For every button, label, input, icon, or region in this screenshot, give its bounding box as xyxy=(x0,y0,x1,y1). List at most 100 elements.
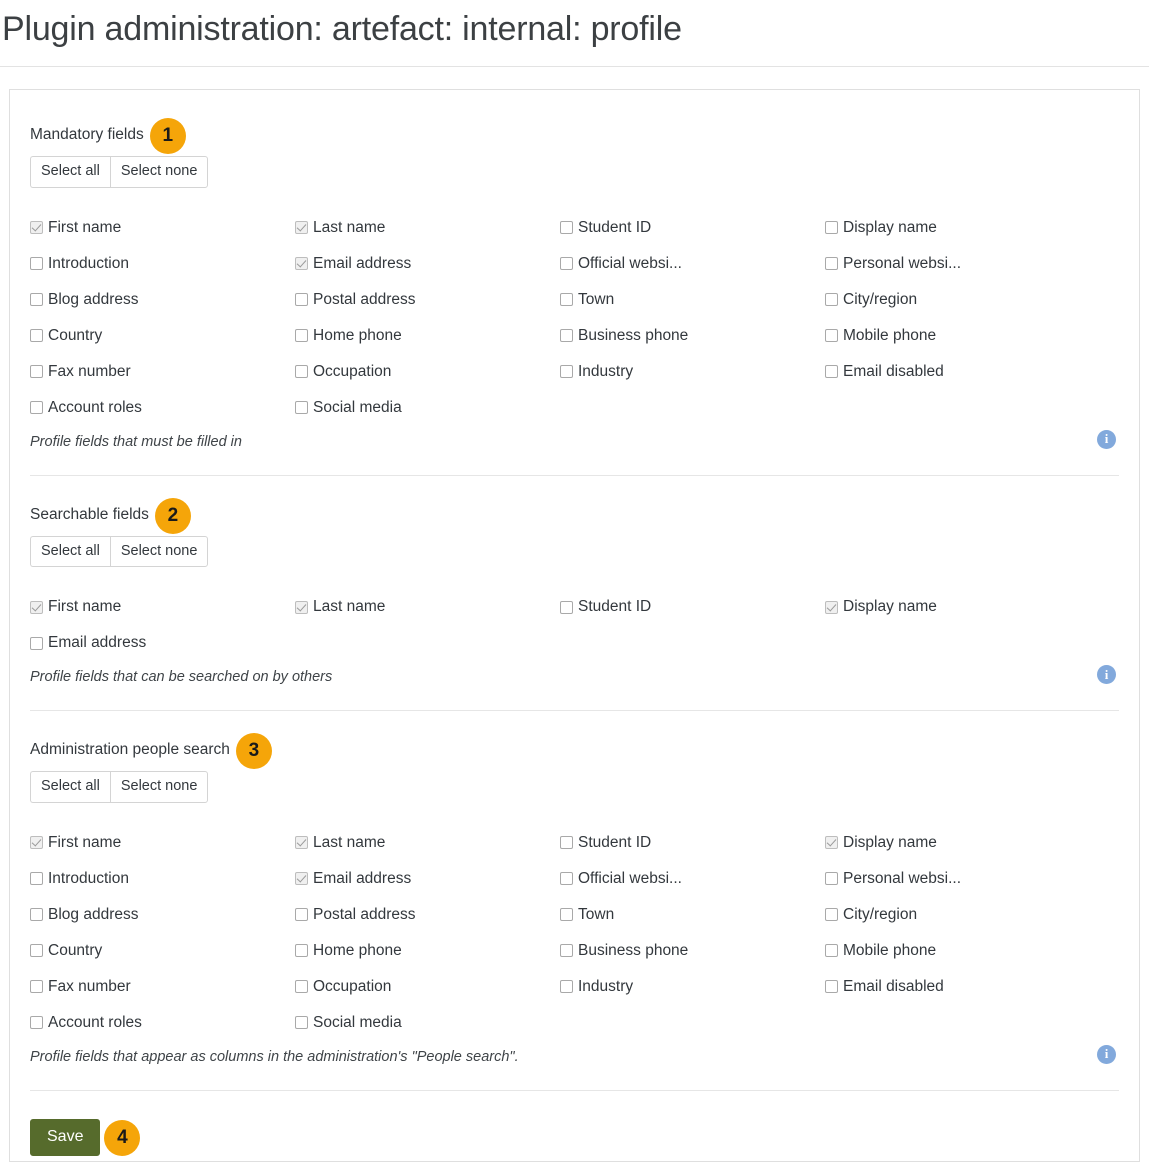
checkbox-item[interactable]: City/region xyxy=(825,282,1090,318)
checkbox-item[interactable]: Occupation xyxy=(295,969,560,1005)
checkbox-unchecked-icon[interactable] xyxy=(295,401,308,414)
checkbox-item[interactable]: First name xyxy=(30,210,295,246)
checkbox-unchecked-icon[interactable] xyxy=(30,980,43,993)
checkbox-item[interactable]: Email disabled xyxy=(825,969,1090,1005)
checkbox-item[interactable]: Mobile phone xyxy=(825,318,1090,354)
checkbox-item[interactable]: Fax number xyxy=(30,354,295,390)
checkbox-item[interactable]: First name xyxy=(30,825,295,861)
checkbox-unchecked-icon[interactable] xyxy=(825,908,838,921)
checkbox-checked-icon[interactable] xyxy=(30,221,43,234)
checkbox-checked-icon[interactable] xyxy=(295,836,308,849)
checkbox-unchecked-icon[interactable] xyxy=(560,221,573,234)
checkbox-item[interactable]: Occupation xyxy=(295,354,560,390)
checkbox-unchecked-icon[interactable] xyxy=(825,293,838,306)
checkbox-checked-icon[interactable] xyxy=(295,221,308,234)
checkbox-item[interactable]: Display name xyxy=(825,210,1090,246)
checkbox-unchecked-icon[interactable] xyxy=(30,908,43,921)
checkbox-unchecked-icon[interactable] xyxy=(825,365,838,378)
checkbox-checked-icon[interactable] xyxy=(295,600,308,614)
checkbox-unchecked-icon[interactable] xyxy=(825,257,838,270)
select-none-button[interactable]: Select none xyxy=(109,156,209,188)
select-none-button[interactable]: Select none xyxy=(109,771,209,803)
checkbox-unchecked-icon[interactable] xyxy=(295,944,308,957)
checkbox-unchecked-icon[interactable] xyxy=(295,365,308,378)
checkbox-item[interactable]: Industry xyxy=(560,354,825,390)
checkbox-item[interactable]: Home phone xyxy=(295,318,560,354)
checkbox-item[interactable]: Country xyxy=(30,318,295,354)
checkbox-unchecked-icon[interactable] xyxy=(30,293,43,306)
checkbox-item[interactable]: Email address xyxy=(30,625,295,661)
checkbox-item[interactable]: Business phone xyxy=(560,933,825,969)
checkbox-unchecked-icon[interactable] xyxy=(560,365,573,378)
checkbox-item[interactable]: Fax number xyxy=(30,969,295,1005)
checkbox-item[interactable]: Business phone xyxy=(560,318,825,354)
select-all-button[interactable]: Select all xyxy=(30,156,110,188)
select-none-button[interactable]: Select none xyxy=(109,535,209,567)
checkbox-unchecked-icon[interactable] xyxy=(825,980,838,993)
checkbox-item[interactable]: Postal address xyxy=(295,897,560,933)
checkbox-unchecked-icon[interactable] xyxy=(30,944,43,957)
checkbox-item[interactable]: Last name xyxy=(295,589,560,625)
checkbox-item[interactable]: Student ID xyxy=(560,589,825,625)
checkbox-unchecked-icon[interactable] xyxy=(560,944,573,957)
checkbox-item[interactable]: Last name xyxy=(295,210,560,246)
checkbox-unchecked-icon[interactable] xyxy=(825,872,838,885)
checkbox-item[interactable]: Student ID xyxy=(560,825,825,861)
checkbox-item[interactable]: Introduction xyxy=(30,861,295,897)
checkbox-item[interactable]: Display name xyxy=(825,589,1090,625)
checkbox-checked-icon[interactable] xyxy=(30,600,43,614)
checkbox-item[interactable]: Email address xyxy=(295,246,560,282)
checkbox-unchecked-icon[interactable] xyxy=(825,944,838,957)
checkbox-item[interactable]: Student ID xyxy=(560,210,825,246)
checkbox-unchecked-icon[interactable] xyxy=(30,636,43,650)
checkbox-unchecked-icon[interactable] xyxy=(30,257,43,270)
checkbox-unchecked-icon[interactable] xyxy=(295,980,308,993)
checkbox-item[interactable]: Mobile phone xyxy=(825,933,1090,969)
checkbox-unchecked-icon[interactable] xyxy=(30,401,43,414)
checkbox-checked-icon[interactable] xyxy=(825,836,838,849)
checkbox-unchecked-icon[interactable] xyxy=(825,221,838,234)
checkbox-item[interactable]: Home phone xyxy=(295,933,560,969)
checkbox-item[interactable]: Email disabled xyxy=(825,354,1090,390)
checkbox-item[interactable]: Official websi... xyxy=(560,246,825,282)
checkbox-unchecked-icon[interactable] xyxy=(560,600,573,614)
checkbox-item[interactable]: City/region xyxy=(825,897,1090,933)
info-icon[interactable]: i xyxy=(1097,429,1116,449)
checkbox-item[interactable]: Postal address xyxy=(295,282,560,318)
checkbox-item[interactable]: First name xyxy=(30,589,295,625)
checkbox-unchecked-icon[interactable] xyxy=(560,908,573,921)
checkbox-item[interactable]: Town xyxy=(560,897,825,933)
info-icon[interactable]: i xyxy=(1097,1044,1116,1064)
checkbox-item[interactable]: Social media xyxy=(295,390,560,426)
checkbox-unchecked-icon[interactable] xyxy=(560,293,573,306)
checkbox-checked-icon[interactable] xyxy=(825,600,838,614)
checkbox-unchecked-icon[interactable] xyxy=(560,836,573,849)
save-button[interactable]: Save xyxy=(30,1118,101,1156)
checkbox-checked-icon[interactable] xyxy=(30,836,43,849)
checkbox-item[interactable]: Town xyxy=(560,282,825,318)
checkbox-unchecked-icon[interactable] xyxy=(295,329,308,342)
select-all-button[interactable]: Select all xyxy=(30,771,110,803)
checkbox-item[interactable]: Social media xyxy=(295,1005,560,1041)
checkbox-unchecked-icon[interactable] xyxy=(30,365,43,378)
select-all-button[interactable]: Select all xyxy=(30,535,110,567)
checkbox-unchecked-icon[interactable] xyxy=(825,329,838,342)
checkbox-unchecked-icon[interactable] xyxy=(30,872,43,885)
checkbox-unchecked-icon[interactable] xyxy=(30,329,43,342)
checkbox-item[interactable]: Industry xyxy=(560,969,825,1005)
checkbox-item[interactable]: Personal websi... xyxy=(825,861,1090,897)
checkbox-item[interactable]: Blog address xyxy=(30,282,295,318)
checkbox-item[interactable]: Display name xyxy=(825,825,1090,861)
checkbox-unchecked-icon[interactable] xyxy=(560,329,573,342)
checkbox-unchecked-icon[interactable] xyxy=(30,1016,43,1029)
checkbox-unchecked-icon[interactable] xyxy=(560,980,573,993)
checkbox-checked-icon[interactable] xyxy=(295,257,308,270)
info-icon[interactable]: i xyxy=(1097,665,1116,684)
checkbox-item[interactable]: Personal websi... xyxy=(825,246,1090,282)
checkbox-item[interactable]: Country xyxy=(30,933,295,969)
checkbox-item[interactable]: Introduction xyxy=(30,246,295,282)
checkbox-unchecked-icon[interactable] xyxy=(295,293,308,306)
checkbox-item[interactable]: Account roles xyxy=(30,390,295,426)
checkbox-item[interactable]: Last name xyxy=(295,825,560,861)
checkbox-item[interactable]: Official websi... xyxy=(560,861,825,897)
